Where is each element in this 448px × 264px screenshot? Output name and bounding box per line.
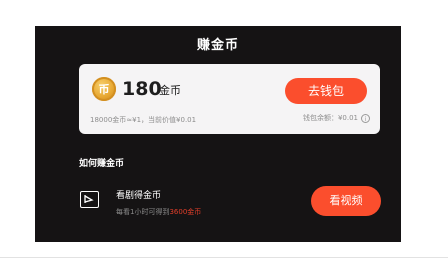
section-title: 如何赚金币 xyxy=(79,159,125,169)
info-icon[interactable]: i xyxy=(361,114,370,123)
coin-icon: 币 xyxy=(92,77,116,101)
coin-unit: 金币 xyxy=(159,84,181,97)
wallet-balance: 钱包余额：¥0.01 i xyxy=(303,114,370,123)
coin-amount: 180 xyxy=(122,78,162,100)
go-to-wallet-button[interactable]: 去钱包 xyxy=(285,78,367,104)
task-title: 看剧得金币 xyxy=(116,191,162,201)
task-description: 每看1小时可得到3600金币 xyxy=(116,207,201,217)
app-screen: 赚金币 币 180 金币 去钱包 18000金币≈¥1，当前价值¥0.01 钱包… xyxy=(35,26,401,242)
task-reward-highlight: 3600金币 xyxy=(169,208,202,216)
task-description-text: 每看1小时可得到 xyxy=(116,208,170,216)
divider xyxy=(0,257,448,258)
wallet-balance-text: 钱包余额：¥0.01 xyxy=(302,114,358,122)
wallet-card: 币 180 金币 去钱包 18000金币≈¥1，当前价值¥0.01 钱包余额：¥… xyxy=(79,64,380,134)
watch-video-button[interactable]: 看视频 xyxy=(311,186,381,216)
exchange-rate-text: 18000金币≈¥1，当前价值¥0.01 xyxy=(90,116,197,124)
play-video-icon xyxy=(80,191,99,208)
page-title: 赚金币 xyxy=(196,38,239,53)
